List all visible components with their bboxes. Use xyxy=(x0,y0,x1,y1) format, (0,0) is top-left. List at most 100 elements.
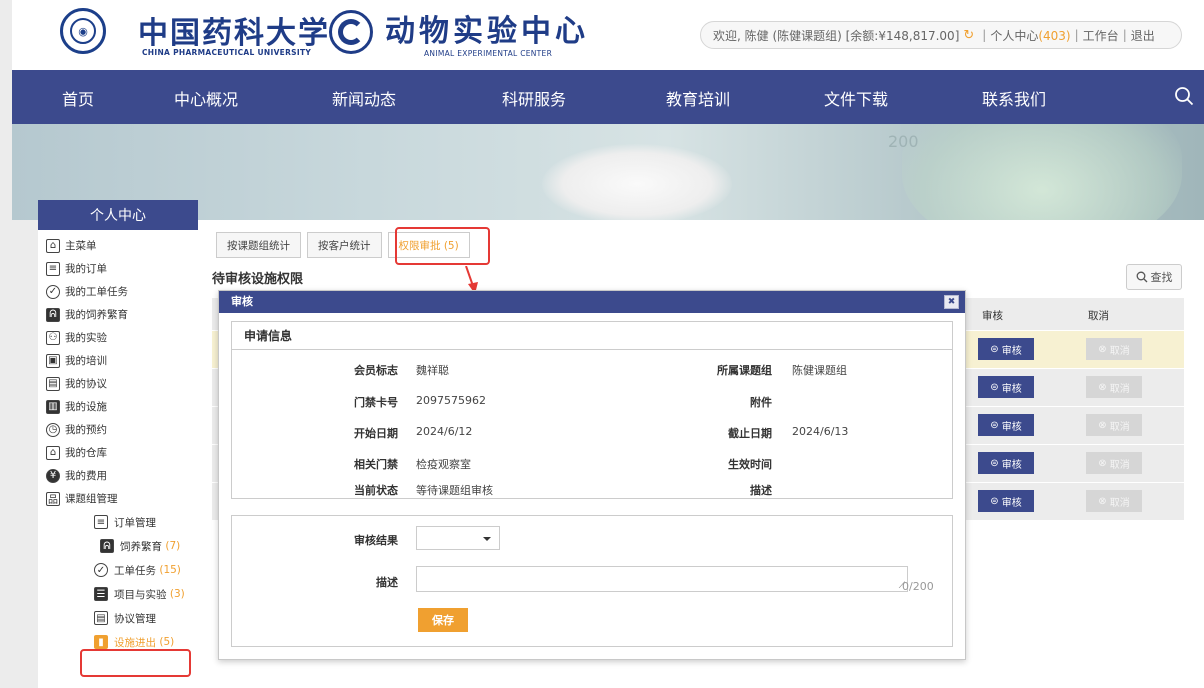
sidebar-item-warehouse[interactable]: ⌂ 我的仓库 xyxy=(38,441,198,464)
dialog-header: 审核 ✖ xyxy=(219,291,965,313)
group-value: 陈健课题组 xyxy=(792,364,847,377)
cancel-button[interactable]: ⊗ 取消 xyxy=(1086,490,1142,512)
section-title: 申请信息 xyxy=(232,322,952,350)
clock-icon: ◷ xyxy=(46,422,60,437)
sidebar-item-fees[interactable]: ¥ 我的费用 xyxy=(38,464,198,487)
nav-item-contact[interactable]: 联系我们 xyxy=(982,86,1046,110)
search-icon[interactable] xyxy=(1174,86,1194,106)
close-icon[interactable]: ✖ xyxy=(944,295,959,309)
mouse-icon: ᕱ xyxy=(100,539,114,553)
audit-button[interactable]: ⊜ 审核 xyxy=(978,452,1034,474)
refresh-icon[interactable]: ↻ xyxy=(963,28,974,43)
sidebar-item-group-management[interactable]: 品课题组管理 xyxy=(38,487,198,510)
column-audit: 审核 xyxy=(982,310,1003,322)
effective-time-label: 生效时间 xyxy=(728,458,772,471)
center-name: 动物实验中心 xyxy=(385,14,589,49)
user-info-bar: 欢迎, 陈健 (陈健课题组) [余额:¥148,817.00] ↻ | 个人中心… xyxy=(700,21,1182,49)
sidebar-item-work-orders[interactable]: ✓ 我的工单任务 xyxy=(38,280,198,303)
people-icon: ⚇ xyxy=(46,330,60,345)
main-nav: 首页 中心概况 新闻动态 科研服务 教育培训 文件下载 联系我们 xyxy=(12,70,1204,124)
university-name: 中国药科大学 xyxy=(138,16,330,51)
logout-link[interactable]: 退出 xyxy=(1131,27,1155,44)
sidebar: 个人中心 ⌂ 主菜单 ≡ 我的订单 ✓ 我的工单任务 ᕱ 我的饲养繁育 ⚇ 我的实验 ▣ 我… xyxy=(38,200,198,688)
tab-by-customer[interactable]: 按客户统计 xyxy=(307,232,382,258)
cancel-button[interactable]: ⊗ 取消 xyxy=(1086,338,1142,360)
nav-item-education[interactable]: 教育培训 xyxy=(666,86,730,110)
sidebar-sub-agreements[interactable]: ▤ 协议管理 xyxy=(38,606,198,630)
dialog-title: 审核 xyxy=(231,295,253,308)
workbench-link[interactable]: 工作台 xyxy=(1083,27,1119,44)
find-button[interactable]: 查找 xyxy=(1126,264,1182,290)
work-orders-count: (15) xyxy=(159,564,181,576)
doc-icon: ▤ xyxy=(46,376,60,391)
sidebar-title: 个人中心 xyxy=(38,200,198,230)
column-cancel: 取消 xyxy=(1088,310,1109,322)
card-label: 门禁卡号 xyxy=(354,396,398,409)
highlight-box xyxy=(395,227,490,265)
list-icon: ≡ xyxy=(94,515,108,529)
personal-center-count: (403) xyxy=(1038,28,1071,43)
sidebar-item-facilities[interactable]: ▥ 我的设施 xyxy=(38,395,198,418)
nav-item-research[interactable]: 科研服务 xyxy=(502,86,566,110)
application-info-panel: 申请信息 会员标志 魏祥聪 所属课题组 陈健课题组 门禁卡号 209757596… xyxy=(231,321,953,499)
cancel-button[interactable]: ⊗ 取消 xyxy=(1086,452,1142,474)
start-date-label: 开始日期 xyxy=(354,427,398,440)
flask-graduation: 200 xyxy=(888,132,919,151)
center-name-en: ANIMAL EXPERIMENTAL CENTER xyxy=(424,49,553,58)
character-counter: 0/200 xyxy=(902,580,934,593)
project-icon: ☰ xyxy=(94,587,108,601)
sidebar-item-reservations[interactable]: ◷ 我的预约 xyxy=(38,418,198,441)
audit-button[interactable]: ⊜ 审核 xyxy=(978,338,1034,360)
sidebar-item-training[interactable]: ▣ 我的培训 xyxy=(38,349,198,372)
doc-icon: ▤ xyxy=(94,611,108,625)
save-button[interactable]: 保存 xyxy=(418,608,468,632)
sidebar-item-orders[interactable]: ≡ 我的订单 xyxy=(38,257,198,280)
nav-item-home[interactable]: 首页 xyxy=(62,86,94,110)
member-value: 魏祥聪 xyxy=(416,364,449,377)
sidebar-sub-projects[interactable]: ☰ 项目与实验 (3) xyxy=(38,582,198,606)
sidebar-sub-order-management[interactable]: ≡ 订单管理 xyxy=(38,510,198,534)
university-name-en: CHINA PHARMACEUTICAL UNIVERSITY xyxy=(142,48,312,57)
attachment-label: 附件 xyxy=(750,396,772,409)
banner-flask-image xyxy=(902,124,1182,220)
sidebar-item-agreements[interactable]: ▤ 我的协议 xyxy=(38,372,198,395)
sidebar-sub-work-orders[interactable]: ✓ 工单任务 (15) xyxy=(38,558,198,582)
site-header: ◉ 中国药科大学 CHINA PHARMACEUTICAL UNIVERSITY… xyxy=(12,0,1204,70)
banner-mouse-image xyxy=(542,144,732,220)
sidebar-item-main-menu[interactable]: ⌂ 主菜单 xyxy=(38,234,198,257)
breeding-count: (7) xyxy=(165,540,181,552)
nav-item-news[interactable]: 新闻动态 xyxy=(332,86,396,110)
audit-button[interactable]: ⊜ 审核 xyxy=(978,490,1034,512)
description-label: 描述 xyxy=(750,484,772,497)
sidebar-item-experiments[interactable]: ⚇ 我的实验 xyxy=(38,326,198,349)
search-icon xyxy=(1136,271,1147,283)
mouse-icon: ᕱ xyxy=(46,307,60,322)
personal-center-link[interactable]: 个人中心(403) xyxy=(990,27,1070,44)
audit-button[interactable]: ⊜ 审核 xyxy=(978,376,1034,398)
nav-item-overview[interactable]: 中心概况 xyxy=(174,86,238,110)
nav-item-downloads[interactable]: 文件下载 xyxy=(824,86,888,110)
yen-icon: ¥ xyxy=(46,468,60,483)
member-label: 会员标志 xyxy=(354,364,398,377)
start-date-value: 2024/6/12 xyxy=(416,425,473,438)
door-icon: ▮ xyxy=(94,635,108,649)
cancel-button[interactable]: ⊗ 取消 xyxy=(1086,414,1142,436)
sidebar-sub-breeding[interactable]: ᕱ 饲养繁育 (7) xyxy=(38,534,198,558)
university-logo-icon: ◉ xyxy=(60,8,106,54)
card-value: 2097575962 xyxy=(416,394,486,407)
highlight-box xyxy=(80,649,191,677)
cancel-button[interactable]: ⊗ 取消 xyxy=(1086,376,1142,398)
center-logo-icon xyxy=(329,10,373,54)
result-select[interactable] xyxy=(416,526,500,550)
end-date-value: 2024/6/13 xyxy=(792,425,849,438)
door-value: 检疫观察室 xyxy=(416,458,471,471)
tab-by-group[interactable]: 按课题组统计 xyxy=(216,232,301,258)
warehouse-icon: ⌂ xyxy=(46,445,60,460)
audit-button[interactable]: ⊜ 审核 xyxy=(978,414,1034,436)
description-textarea[interactable]: ⟋ xyxy=(416,566,908,592)
projects-count: (3) xyxy=(169,588,185,600)
status-label: 当前状态 xyxy=(354,484,398,497)
welcome-text: 欢迎, 陈健 (陈健课题组) [余额:¥148,817.00] xyxy=(713,28,960,43)
result-label: 审核结果 xyxy=(354,534,398,547)
sidebar-item-breeding[interactable]: ᕱ 我的饲养繁育 xyxy=(38,303,198,326)
